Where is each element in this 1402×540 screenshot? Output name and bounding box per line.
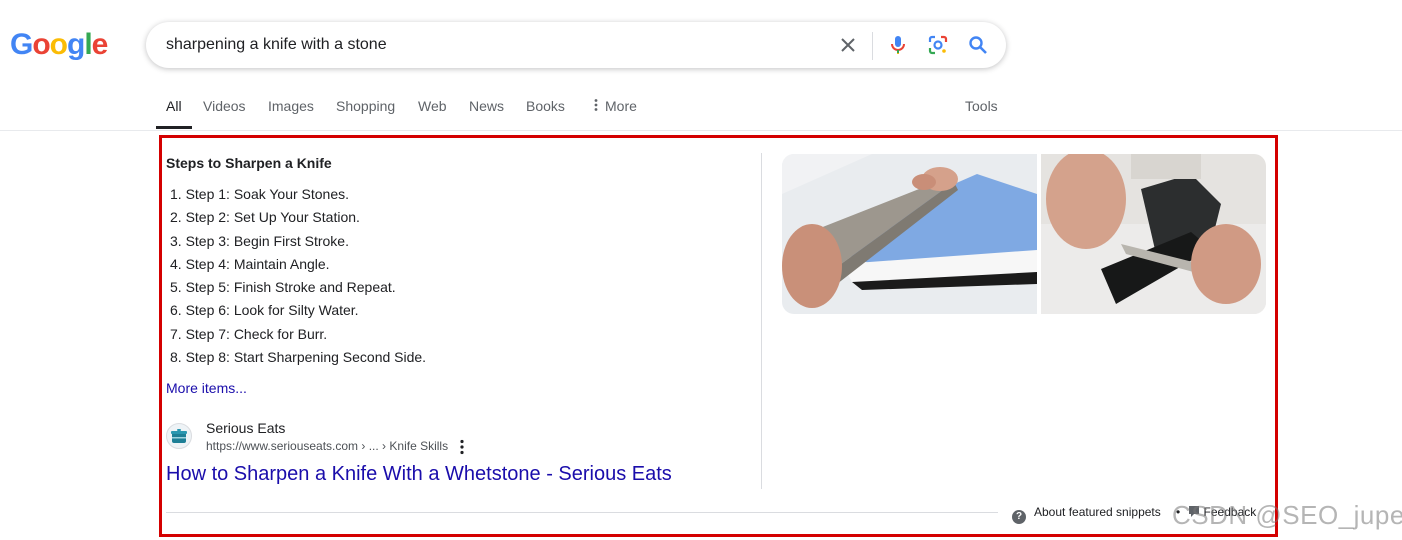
steps-list: 1. Step 1: Soak Your Stones. 2. Step 2: … — [170, 185, 426, 371]
logo-letter: l — [84, 28, 92, 61]
source-url[interactable]: https://www.seriouseats.com › ... › Knif… — [206, 439, 448, 453]
knife-on-black-whetstone-image[interactable] — [1041, 154, 1266, 314]
logo-letter: o — [32, 28, 50, 61]
list-item: 1. Step 1: Soak Your Stones. — [170, 186, 350, 202]
snippet-title: Steps to Sharpen a Knife — [166, 155, 332, 171]
active-tab-indicator — [156, 126, 192, 129]
header-divider — [0, 130, 1402, 131]
google-logo[interactable]: Google — [10, 28, 109, 62]
logo-letter: o — [49, 28, 68, 61]
about-label: About featured snippets — [1034, 505, 1161, 519]
search-icon[interactable] — [966, 33, 990, 57]
tab-web[interactable]: Web — [418, 98, 447, 114]
list-item: 8. Step 8: Start Sharpening Second Side. — [170, 349, 427, 366]
list-item: 3. Step 3: Begin First Stroke. — [170, 232, 349, 249]
logo-letter: G — [10, 28, 33, 61]
knife-on-blue-whetstone-image[interactable] — [782, 154, 1037, 314]
site-favicon[interactable] — [166, 423, 192, 449]
help-icon: ? — [1012, 510, 1026, 524]
pot-icon — [171, 429, 187, 443]
tab-shopping[interactable]: Shopping — [336, 98, 395, 114]
list-item: 4. Step 4: Maintain Angle. — [170, 255, 330, 272]
list-item: 6. Step 6: Look for Silty Water. — [170, 302, 359, 319]
snippet-footer-divider — [166, 512, 998, 513]
tab-videos[interactable]: Videos — [203, 98, 246, 114]
vertical-dots-icon — [594, 99, 598, 111]
list-item: 2. Step 2: Set Up Your Station. — [170, 209, 360, 226]
search-input[interactable] — [166, 35, 806, 55]
logo-letter: g — [67, 28, 85, 61]
snippet-column-divider — [761, 153, 762, 489]
more-items-link[interactable]: More items... — [166, 380, 247, 396]
search-box — [146, 22, 1006, 68]
tab-news[interactable]: News — [469, 98, 504, 114]
tab-more-label: More — [605, 98, 637, 114]
tab-more[interactable]: More — [593, 98, 637, 114]
tools-button[interactable]: Tools — [965, 98, 998, 114]
google-lens-icon[interactable] — [926, 33, 950, 57]
list-item: 5. Step 5: Finish Stroke and Repeat. — [170, 279, 396, 296]
about-featured-snippets-link[interactable]: ? About featured snippets — [1012, 505, 1161, 524]
csdn-watermark: CSDN @SEO_juper — [1172, 500, 1402, 530]
source-site-name[interactable]: Serious Eats — [206, 420, 285, 436]
search-divider — [872, 32, 873, 60]
microphone-icon[interactable] — [886, 33, 910, 57]
more-options-icon[interactable] — [455, 438, 469, 456]
tab-images[interactable]: Images — [268, 98, 314, 114]
list-item: 7. Step 7: Check for Burr. — [170, 325, 328, 342]
clear-icon[interactable] — [836, 33, 860, 57]
tab-books[interactable]: Books — [526, 98, 565, 114]
tab-all[interactable]: All — [166, 98, 182, 114]
result-title-link[interactable]: How to Sharpen a Knife With a Whetstone … — [166, 463, 672, 486]
logo-letter: e — [91, 28, 109, 61]
